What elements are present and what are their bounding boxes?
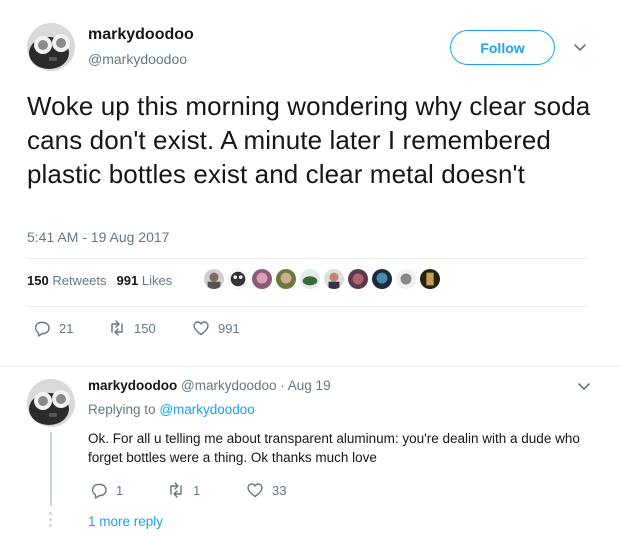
liker-avatar[interactable]	[419, 268, 441, 290]
retweet-button[interactable]: 150	[108, 319, 156, 337]
reply-count: 21	[59, 320, 74, 336]
reply-author-name[interactable]: markydoodoo	[88, 378, 177, 393]
reply-icon	[33, 319, 51, 337]
liker-avatar[interactable]	[299, 268, 321, 290]
retweets-stat[interactable]: 150 Retweets	[27, 273, 107, 288]
retweets-label: Retweets	[52, 273, 107, 288]
retweet-icon	[167, 481, 185, 499]
liker-avatar[interactable]	[323, 268, 345, 290]
retweet-icon	[108, 319, 126, 337]
liker-avatar[interactable]	[395, 268, 417, 290]
liker-avatar[interactable]	[275, 268, 297, 290]
like-button[interactable]: 33	[246, 481, 286, 499]
follow-button[interactable]: Follow	[450, 30, 555, 65]
author-handle[interactable]: @markydoodoo	[88, 51, 187, 67]
retweets-count: 150	[27, 273, 49, 288]
author-display-name[interactable]: markydoodoo	[88, 26, 194, 44]
reply-header: markydoodoo @markydoodoo · Aug 19	[88, 378, 331, 393]
like-button[interactable]: 991	[192, 319, 240, 337]
liker-avatars	[203, 268, 441, 290]
retweet-button[interactable]: 1	[167, 481, 200, 499]
replying-prefix: Replying to	[88, 402, 156, 417]
heart-icon	[192, 319, 210, 337]
more-replies-link[interactable]: 1 more reply	[88, 514, 163, 529]
retweet-count: 1	[193, 482, 201, 498]
reply-text: Ok. For all u telling me about transpare…	[88, 431, 580, 465]
section-divider	[0, 366, 620, 367]
reply-icon	[90, 481, 108, 499]
replying-mention-link[interactable]: @markydoodoo	[159, 402, 255, 417]
thread-dots	[49, 512, 53, 530]
retweet-count: 150	[134, 320, 156, 336]
divider	[27, 306, 587, 307]
chevron-down-icon[interactable]	[572, 39, 588, 55]
like-count: 991	[218, 320, 240, 336]
liker-avatar[interactable]	[227, 268, 249, 290]
liker-avatar[interactable]	[371, 268, 393, 290]
replying-to: Replying to @markydoodoo	[88, 402, 255, 417]
reply-button[interactable]: 21	[33, 319, 73, 337]
reply-count: 1	[116, 482, 124, 498]
tweet-text: Woke up this morning wondering why clear…	[27, 91, 591, 189]
author-avatar[interactable]	[27, 23, 75, 71]
reply-author-avatar[interactable]	[27, 379, 75, 427]
thread-line	[50, 432, 52, 506]
likes-count: 991	[116, 273, 139, 288]
chevron-down-icon[interactable]	[576, 378, 592, 394]
reply-handle-date[interactable]: @markydoodoo · Aug 19	[181, 378, 331, 393]
likes-label: Likes	[141, 273, 173, 288]
liker-avatar[interactable]	[251, 268, 273, 290]
engagement-stats: 150 Retweets 991 Likes	[27, 273, 172, 288]
likes-stat[interactable]: 991 Likes	[117, 273, 173, 288]
liker-avatar[interactable]	[347, 268, 369, 290]
tweet-timestamp[interactable]: 5:41 AM - 19 Aug 2017	[27, 229, 169, 245]
liker-avatar[interactable]	[203, 268, 225, 290]
heart-icon	[246, 481, 264, 499]
like-count: 33	[272, 482, 287, 498]
reply-button[interactable]: 1	[90, 481, 123, 499]
divider	[27, 258, 587, 259]
